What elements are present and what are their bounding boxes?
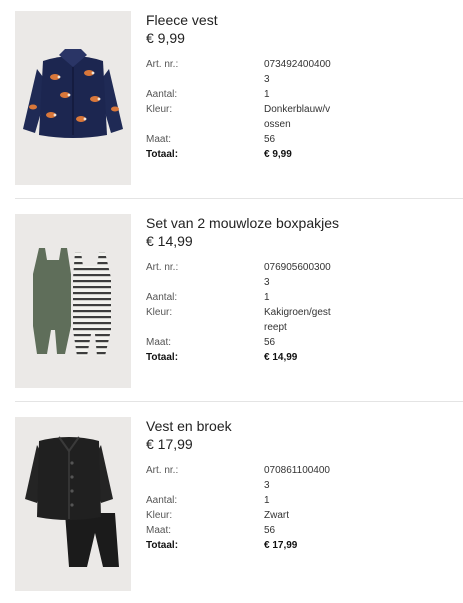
product-details: Art. nr.: 0708611004003 Aantal: 1 Kleur:… [146, 463, 446, 553]
article-number-label: Art. nr.: [146, 59, 179, 70]
cart-item: Vest en broek € 17,99 Art. nr.: 07086110… [0, 415, 463, 603]
article-number-value: 0769056003003 [264, 262, 331, 288]
product-image-rompers[interactable] [15, 214, 131, 388]
quantity-row: Aantal: 1 [146, 290, 446, 305]
total-row: Totaal: € 9,99 [146, 147, 446, 162]
product-price: € 14,99 [146, 233, 193, 249]
product-image-fleece-vest[interactable] [15, 11, 131, 185]
cart-item: Fleece vest € 9,99 Art. nr.: 07349240040… [0, 9, 463, 197]
product-price: € 17,99 [146, 436, 193, 452]
article-number-label: Art. nr.: [146, 262, 179, 273]
cart-item: Set van 2 mouwloze boxpakjes € 14,99 Art… [0, 212, 463, 400]
divider [15, 198, 463, 199]
article-number-row: Art. nr.: 0734924004003 [146, 57, 446, 87]
article-number-value: 0708611004003 [264, 465, 330, 491]
fleece-jacket-icon [15, 11, 131, 185]
product-name[interactable]: Fleece vest [146, 12, 218, 28]
article-number-row: Art. nr.: 0769056003003 [146, 260, 446, 290]
product-name[interactable]: Set van 2 mouwloze boxpakjes [146, 215, 339, 231]
article-number-label: Art. nr.: [146, 465, 179, 476]
product-details: Art. nr.: 0769056003003 Aantal: 1 Kleur:… [146, 260, 446, 365]
product-name[interactable]: Vest en broek [146, 418, 232, 434]
size-value: 56 [264, 337, 276, 348]
color-value: Kakigroen/gestreept [264, 307, 331, 333]
total-value: € 17,99 [264, 540, 298, 551]
color-label: Kleur: [146, 307, 173, 318]
product-details: Art. nr.: 0734924004003 Aantal: 1 Kleur:… [146, 57, 446, 162]
color-value: Donkerblauw/vossen [264, 104, 331, 130]
size-row: Maat: 56 [146, 335, 446, 350]
size-row: Maat: 56 [146, 132, 446, 147]
total-value: € 14,99 [264, 352, 298, 363]
total-label: Totaal: [146, 352, 179, 363]
size-value: 56 [264, 525, 276, 536]
quantity-label: Aantal: [146, 292, 178, 303]
total-row: Totaal: € 14,99 [146, 350, 446, 365]
total-value: € 9,99 [264, 149, 292, 160]
quantity-label: Aantal: [146, 89, 178, 100]
quantity-value: 1 [264, 292, 270, 303]
total-label: Totaal: [146, 149, 179, 160]
product-image-cardigan-set[interactable] [15, 417, 131, 591]
quantity-row: Aantal: 1 [146, 493, 446, 508]
cardigan-trousers-icon [15, 417, 131, 591]
color-value: Zwart [264, 510, 289, 521]
size-value: 56 [264, 134, 276, 145]
size-label: Maat: [146, 525, 172, 536]
size-label: Maat: [146, 134, 172, 145]
color-row: Kleur: Kakigroen/gestreept [146, 305, 446, 335]
quantity-value: 1 [264, 495, 270, 506]
divider [15, 401, 463, 402]
rompers-icon [15, 214, 131, 388]
article-number-row: Art. nr.: 0708611004003 [146, 463, 446, 493]
size-label: Maat: [146, 337, 172, 348]
color-row: Kleur: Donkerblauw/vossen [146, 102, 446, 132]
quantity-label: Aantal: [146, 495, 178, 506]
total-row: Totaal: € 17,99 [146, 538, 446, 553]
article-number-value: 0734924004003 [264, 59, 331, 85]
quantity-row: Aantal: 1 [146, 87, 446, 102]
color-label: Kleur: [146, 510, 173, 521]
product-price: € 9,99 [146, 30, 185, 46]
quantity-value: 1 [264, 89, 270, 100]
color-label: Kleur: [146, 104, 173, 115]
size-row: Maat: 56 [146, 523, 446, 538]
color-row: Kleur: Zwart [146, 508, 446, 523]
total-label: Totaal: [146, 540, 179, 551]
